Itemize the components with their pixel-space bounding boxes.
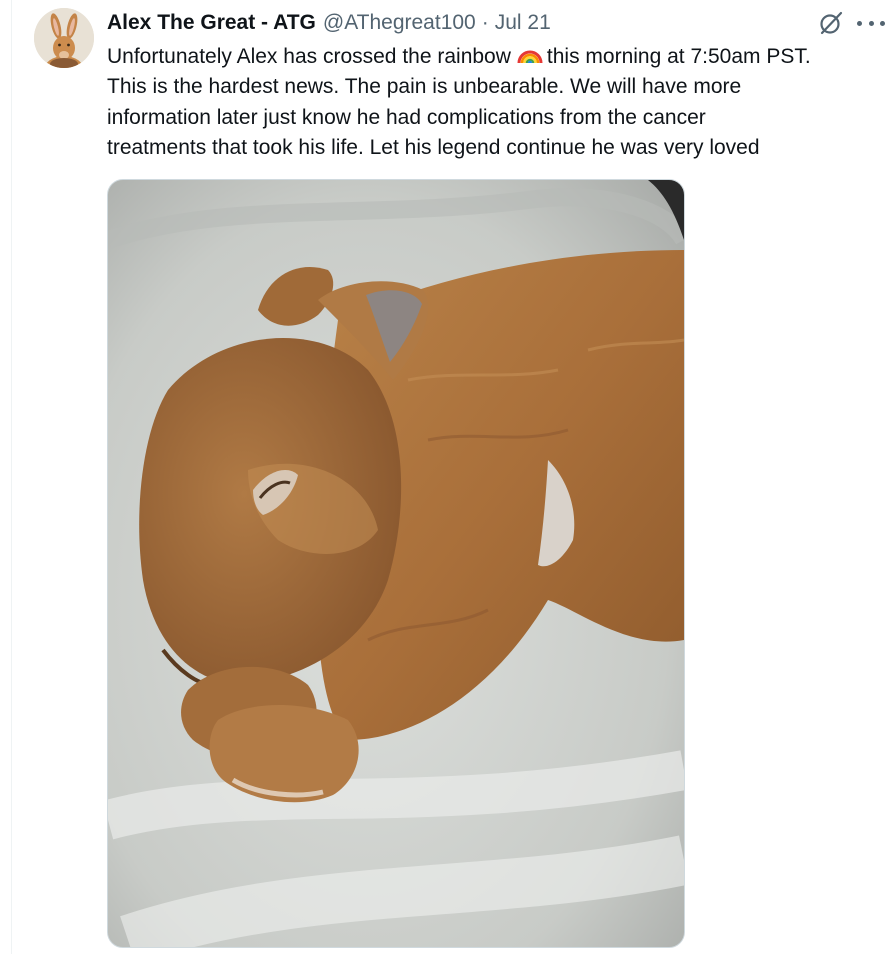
tweet-text: Unfortunately Alex has crossed the rainb… (107, 41, 893, 163)
tweet-photo[interactable] (107, 179, 685, 948)
rainbow-emoji-icon (517, 41, 543, 67)
timestamp[interactable]: Jul 21 (495, 9, 551, 37)
separator-dot: · (481, 11, 489, 34)
tweet-text-line: treatments that took his life. Let his l… (107, 135, 760, 159)
tweet-text-line: Unfortunately Alex has crossed the rainb… (107, 41, 893, 72)
display-name[interactable]: Alex The Great - ATG (107, 9, 316, 37)
sleeping-rabbit-image (108, 180, 684, 947)
grok-icon[interactable] (818, 10, 844, 36)
avatar[interactable] (34, 8, 94, 68)
tweet[interactable]: Alex The Great - ATG @AThegreat100 · Jul… (0, 0, 893, 954)
tweet-text-segment: Unfortunately Alex has crossed the rainb… (107, 45, 511, 68)
more-dot (868, 20, 874, 26)
tweet-header: Alex The Great - ATG @AThegreat100 · Jul… (107, 9, 551, 37)
tweet-text-line: This is the hardest news. The pain is un… (107, 75, 742, 99)
handle[interactable]: @AThegreat100 (323, 9, 476, 37)
more-dot (857, 20, 862, 26)
rabbit-avatar-icon (34, 8, 94, 68)
more-icon[interactable] (857, 10, 885, 36)
tweet-text-line: information later just know he had compl… (107, 105, 706, 129)
more-dot (880, 20, 885, 26)
tweet-text-segment: this morning at 7:50am PST. (546, 45, 811, 68)
